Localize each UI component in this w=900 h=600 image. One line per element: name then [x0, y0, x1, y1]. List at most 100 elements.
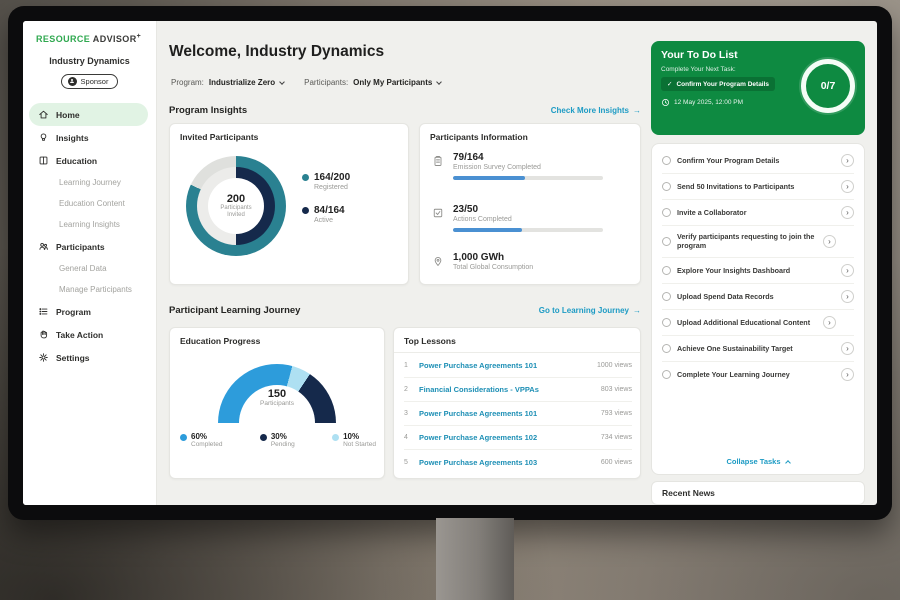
task-row[interactable]: Send 50 Invitations to Participants ›: [662, 174, 854, 200]
sidebar-item-education-content[interactable]: Education Content: [23, 193, 156, 214]
survey-icon: [432, 154, 444, 166]
legend-dot: [332, 434, 339, 441]
task-chevron-button[interactable]: ›: [841, 342, 854, 355]
sidebar-item-take-action[interactable]: Take Action: [29, 323, 148, 346]
logo-resource: RESOURCE: [36, 34, 90, 44]
next-task-chip[interactable]: ✓ Confirm Your Program Details: [661, 77, 775, 91]
collapse-tasks-button[interactable]: Collapse Tasks: [662, 450, 854, 472]
lesson-link[interactable]: Power Purchase Agreements 101: [419, 409, 594, 418]
participants-select[interactable]: Participants: Only My Participants: [304, 78, 441, 87]
sponsor-icon: [68, 77, 77, 86]
sponsor-badge[interactable]: Sponsor: [61, 74, 119, 89]
chevron-right-icon: ›: [828, 237, 831, 246]
sidebar-item-general-data[interactable]: General Data: [23, 258, 156, 279]
chevron-right-icon: ›: [828, 318, 831, 327]
donut-legend: 164/200 Registered 84/164 Active: [302, 172, 350, 238]
sidebar-item-education[interactable]: Education: [29, 149, 148, 172]
monitor-stand: [436, 518, 514, 600]
participants-info-card: Participants Information 79/164 Emission…: [419, 123, 641, 285]
location-pin-icon: [432, 254, 444, 266]
sidebar-item-label: Take Action: [56, 330, 103, 340]
task-row[interactable]: Verify participants requesting to join t…: [662, 226, 854, 258]
task-row[interactable]: Achieve One Sustainability Target ›: [662, 336, 854, 362]
task-row[interactable]: Complete Your Learning Journey ›: [662, 362, 854, 387]
filter-bar: Program: Industrialize Zero Participants…: [171, 78, 441, 87]
learning-journey-header: Participant Learning Journey Go to Learn…: [169, 305, 641, 316]
task-row[interactable]: Upload Spend Data Records ›: [662, 284, 854, 310]
legend-pending: 30% Pending: [260, 432, 295, 448]
chevron-down-icon: [279, 79, 285, 85]
stat-actions-completed: 23/50 Actions Completed: [432, 204, 603, 232]
task-checkbox[interactable]: [662, 237, 671, 246]
sidebar-item-label: Participants: [56, 242, 105, 252]
task-chevron-button[interactable]: ›: [841, 368, 854, 381]
sidebar-item-home[interactable]: Home: [29, 103, 148, 126]
chevron-right-icon: ›: [846, 156, 849, 165]
sidebar-item-program[interactable]: Program: [29, 300, 148, 323]
sidebar-item-settings[interactable]: Settings: [29, 346, 148, 369]
sidebar-item-learning-journey[interactable]: Learning Journey: [23, 172, 156, 193]
sidebar-item-participants[interactable]: Participants: [29, 235, 148, 258]
stat-emission-survey: 79/164 Emission Survey Completed: [432, 152, 603, 180]
task-chevron-button[interactable]: ›: [823, 235, 836, 248]
recent-news-header[interactable]: Recent News: [651, 481, 865, 505]
clock-icon: [661, 98, 670, 107]
lesson-row: 5 Power Purchase Agreements 103 600 view…: [404, 450, 632, 474]
due-date: 12 May 2025, 12:00 PM: [661, 98, 743, 107]
sidebar-item-manage-participants[interactable]: Manage Participants: [23, 279, 156, 300]
lesson-link[interactable]: Financial Considerations - VPPAs: [419, 385, 594, 394]
task-chevron-button[interactable]: ›: [841, 206, 854, 219]
dashboard-screen: RESOURCE ADVISOR+ Industry Dynamics Spon…: [23, 21, 877, 505]
legend-completed: 60% Completed: [180, 432, 222, 448]
legend-dot: [302, 174, 309, 181]
task-row[interactable]: Upload Additional Educational Content ›: [662, 310, 854, 336]
program-select[interactable]: Program: Industrialize Zero: [171, 78, 284, 87]
task-row[interactable]: Confirm Your Program Details ›: [662, 148, 854, 174]
legend-active: 84/164 Active: [302, 205, 350, 224]
task-checkbox[interactable]: [662, 370, 671, 379]
task-chevron-button[interactable]: ›: [841, 264, 854, 277]
task-row[interactable]: Explore Your Insights Dashboard ›: [662, 258, 854, 284]
task-checkbox[interactable]: [662, 182, 671, 191]
participants-label: Participants:: [304, 78, 348, 87]
card-title: Participants Information: [430, 132, 528, 142]
lesson-row: 1 Power Purchase Agreements 101 1000 vie…: [404, 354, 632, 378]
legend-dot: [180, 434, 187, 441]
sidebar-item-label: Home: [56, 110, 80, 120]
section-title: Participant Learning Journey: [169, 305, 300, 316]
legend-dot: [302, 207, 309, 214]
sidebar-item-label: Program: [56, 307, 91, 317]
task-checkbox[interactable]: [662, 266, 671, 275]
hand-icon: [38, 329, 49, 340]
task-checkbox[interactable]: [662, 156, 671, 165]
sidebar-item-insights[interactable]: Insights: [29, 126, 148, 149]
gauge-center: 150 Participants: [218, 388, 336, 407]
invited-participants-card: Invited Participants 200 Participants In…: [169, 123, 409, 285]
actions-icon: [432, 206, 444, 218]
sidebar-item-label: Education Content: [59, 199, 125, 208]
task-chevron-button[interactable]: ›: [841, 290, 854, 303]
check-more-insights-link[interactable]: Check More Insights →: [551, 106, 641, 115]
legend-not-started: 10% Not Started: [332, 432, 376, 448]
chevron-up-icon: [785, 460, 791, 466]
sidebar-item-learning-insights[interactable]: Learning Insights: [23, 214, 156, 235]
card-title: Education Progress: [180, 336, 260, 346]
task-chevron-button[interactable]: ›: [841, 180, 854, 193]
card-title: Invited Participants: [180, 132, 258, 142]
task-checkbox[interactable]: [662, 344, 671, 353]
task-checkbox[interactable]: [662, 208, 671, 217]
go-to-learning-journey-link[interactable]: Go to Learning Journey →: [539, 306, 641, 315]
legend-registered: 164/200 Registered: [302, 172, 350, 191]
lesson-link[interactable]: Power Purchase Agreements 102: [419, 433, 594, 442]
task-checkbox[interactable]: [662, 292, 671, 301]
task-chevron-button[interactable]: ›: [841, 154, 854, 167]
sponsor-label: Sponsor: [81, 77, 109, 86]
todo-subtitle: Complete Your Next Task:: [661, 66, 736, 73]
lesson-link[interactable]: Power Purchase Agreements 101: [419, 361, 590, 370]
sidebar-nav: Home Insights Education Learning Journey: [23, 103, 156, 369]
todo-title: Your To Do List: [661, 49, 738, 61]
lesson-link[interactable]: Power Purchase Agreements 103: [419, 458, 594, 467]
task-checkbox[interactable]: [662, 318, 671, 327]
task-chevron-button[interactable]: ›: [823, 316, 836, 329]
task-row[interactable]: Invite a Collaborator ›: [662, 200, 854, 226]
